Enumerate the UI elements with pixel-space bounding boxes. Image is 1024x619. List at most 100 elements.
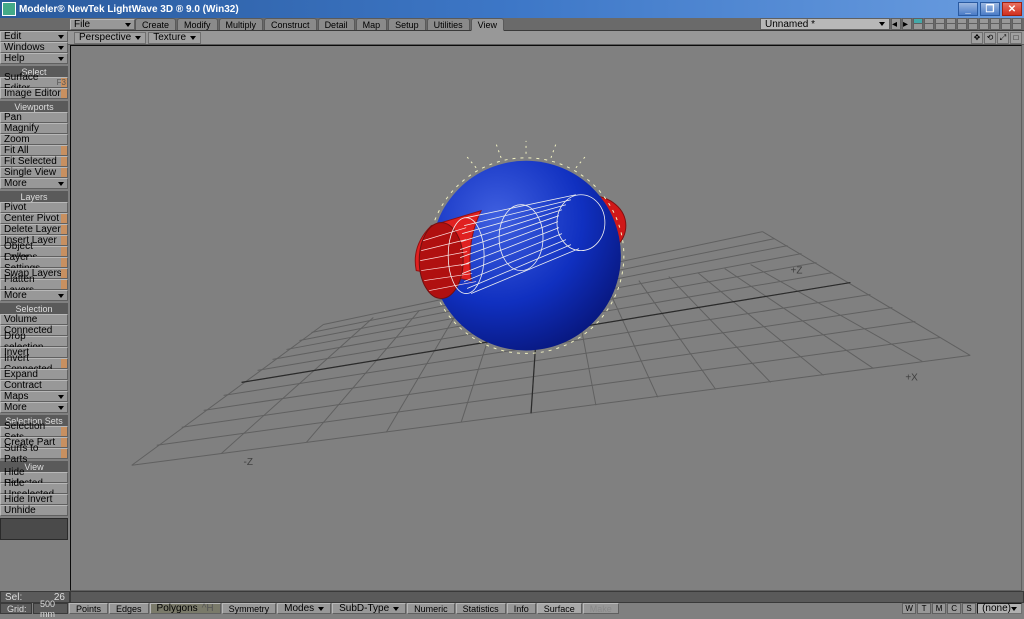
minimize-button[interactable]: _ [958,2,978,16]
3d-viewport[interactable]: -Z +Z +X [70,45,1022,591]
sidebar-header-selection: Selection [0,303,68,314]
sidebar-item-center-pivot[interactable]: Center Pivot [0,213,68,224]
sidebar-item-surfs-to-parts[interactable]: Surfs to Parts [0,448,68,459]
plugin-tag-icon [61,157,67,166]
dropdown-arrow-icon [125,23,131,27]
layer-1-toggle[interactable] [913,18,923,30]
layer-5-toggle[interactable] [957,18,967,30]
sidebar-item-fit-selected[interactable]: Fit Selected [0,156,68,167]
sidebar-item-delete-layer[interactable]: Delete Layer [0,224,68,235]
s-mode-button[interactable]: S [962,603,976,614]
sidebar-item-more[interactable]: More [0,402,68,413]
sidebar-item-image-editor[interactable]: Image Editor [0,88,68,99]
subd-type-menu[interactable]: SubD-Type [332,603,406,614]
points-mode-button[interactable]: Points [69,603,108,614]
file-menu[interactable]: File [70,19,135,30]
grid-label: Grid: [0,603,32,614]
sidebar-item-fit-all[interactable]: Fit All [0,145,68,156]
tab-modify[interactable]: Modify [177,18,218,30]
sidebar-item-hide-invert[interactable]: Hide Invert [0,494,68,505]
polygons-key: ^H [202,603,214,614]
dropdown-arrow-icon [393,607,399,611]
symmetry-button[interactable]: Symmetry [222,603,277,614]
sidebar-item-pan[interactable]: Pan [0,112,68,123]
tab-map[interactable]: Map [356,18,388,30]
sidebar-item-help[interactable]: Help [0,53,68,64]
shading-label: Texture [153,32,186,43]
make-button[interactable]: Make [583,603,619,614]
pan-viewport-button[interactable]: ✥ [971,32,983,44]
sidebar-item-single-view[interactable]: Single View [0,167,68,178]
close-button[interactable]: ✕ [1002,2,1022,16]
viewport-toolbar: Perspective Texture ✥ ⟲ ⤢ □ [0,31,1024,45]
statistics-button[interactable]: Statistics [456,603,506,614]
maximize-viewport-button[interactable]: □ [1010,32,1022,44]
sidebar-item-more[interactable]: More [0,290,68,301]
sidebar-item-unhide[interactable]: Unhide [0,505,68,516]
layer-7-toggle[interactable] [979,18,989,30]
window-titlebar: Modeler® NewTek LightWave 3D ® 9.0 (Win3… [0,0,1024,18]
sidebar-item-contract[interactable]: Contract [0,380,68,391]
zoom-viewport-button[interactable]: ⤢ [997,32,1009,44]
layer-6-toggle[interactable] [968,18,978,30]
current-object-dropdown[interactable]: Unnamed * [760,18,890,30]
tab-setup[interactable]: Setup [388,18,426,30]
sidebar-item-windows[interactable]: Windows [0,42,68,53]
info-button[interactable]: Info [507,603,536,614]
view-type-dropdown[interactable]: Perspective [74,32,146,44]
sidebar-item-maps[interactable]: Maps [0,391,68,402]
plugin-tag-icon [61,427,67,436]
plugin-tag-icon [61,258,67,267]
maximize-button[interactable]: ❐ [980,2,1000,16]
c-mode-button[interactable]: C [947,603,961,614]
layer-2-toggle[interactable] [924,18,934,30]
tab-utilities[interactable]: Utilities [427,18,470,30]
sidebar-item-hide-unselected[interactable]: Hide Unselected [0,483,68,494]
sidebar-item-layer-settings[interactable]: Layer Settings [0,257,68,268]
sidebar-item-edit[interactable]: Edit [0,31,68,42]
sidebar-item-surface-editor[interactable]: Surface EditorF3 [0,77,68,88]
shading-dropdown[interactable]: Texture [148,32,201,44]
plugin-tag-icon [61,280,67,289]
vmap-dropdown[interactable]: (none) [977,603,1022,614]
sidebar-item-flatten-layers[interactable]: Flatten Layers [0,279,68,290]
layer-next-button[interactable]: ▸ [902,18,912,30]
layer-9-toggle[interactable] [1001,18,1011,30]
sidebar-item-expand[interactable]: Expand [0,369,68,380]
edges-mode-button[interactable]: Edges [109,603,149,614]
rotate-viewport-button[interactable]: ⟲ [984,32,996,44]
current-object-name: Unnamed * [765,19,815,30]
t-mode-button[interactable]: T [917,603,931,614]
tab-detail[interactable]: Detail [318,18,355,30]
sidebar-item-magnify[interactable]: Magnify [0,123,68,134]
modes-menu[interactable]: Modes [277,603,331,614]
polygons-mode-button[interactable]: Polygons ^H [150,603,221,614]
sidebar-item-volume[interactable]: Volume [0,314,68,325]
layer-10-toggle[interactable] [1012,18,1022,30]
surface-button[interactable]: Surface [537,603,582,614]
plugin-tag-icon [61,214,67,223]
tab-multiply[interactable]: Multiply [219,18,264,30]
sidebar-item-zoom[interactable]: Zoom [0,134,68,145]
layer-3-toggle[interactable] [935,18,945,30]
m-mode-button[interactable]: M [932,603,946,614]
tab-create[interactable]: Create [135,18,176,30]
numeric-button[interactable]: Numeric [407,603,455,614]
sidebar-item-pivot[interactable]: Pivot [0,202,68,213]
svg-text:+Z: +Z [791,266,803,277]
status-bar-lower: Grid: 500 mm Points Edges Polygons ^H Sy… [0,603,1024,615]
layer-4-toggle[interactable] [946,18,956,30]
sidebar-item-invert-connected[interactable]: Invert Connected [0,358,68,369]
dropdown-arrow-icon [58,395,64,399]
w-mode-button[interactable]: W [902,603,916,614]
tab-view[interactable]: View [471,18,504,31]
dropdown-arrow-icon [58,46,64,50]
tab-construct[interactable]: Construct [264,18,317,30]
file-menu-label: File [74,19,90,30]
layer-8-toggle[interactable] [990,18,1000,30]
layer-prev-button[interactable]: ◂ [891,18,901,30]
sidebar-item-selection-sets[interactable]: Selection Sets [0,426,68,437]
sidebar-item-more[interactable]: More [0,178,68,189]
plugin-tag-icon [61,89,67,98]
sidebar-item-drop-selection[interactable]: Drop selection [0,336,68,347]
